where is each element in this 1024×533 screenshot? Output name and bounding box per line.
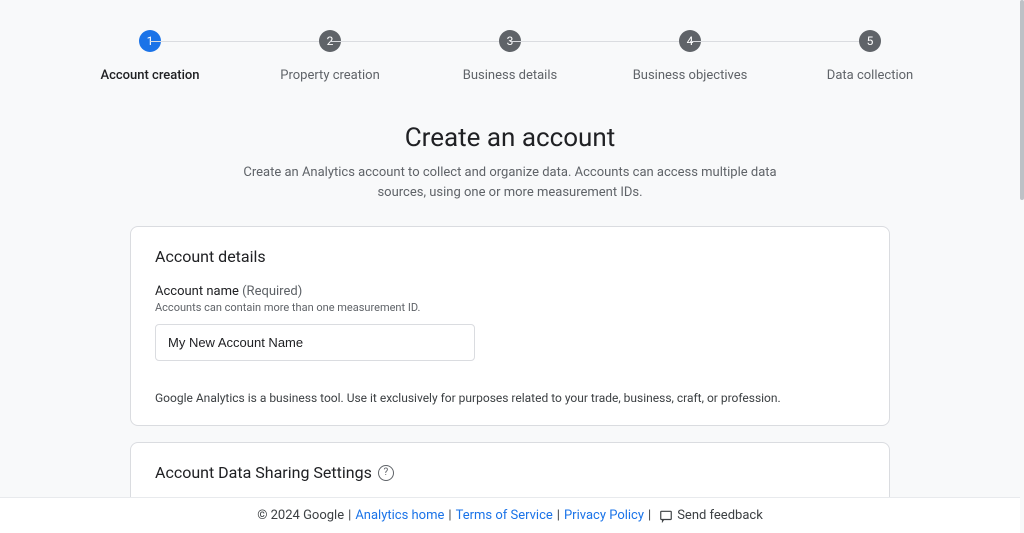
page-heading: Create an account: [0, 123, 1020, 153]
analytics-home-link[interactable]: Analytics home: [355, 508, 444, 523]
stepper: 1 Account creation 2 Property creation 3…: [0, 0, 1020, 93]
privacy-link[interactable]: Privacy Policy: [564, 508, 644, 523]
step-data-collection: 5 Data collection: [780, 30, 960, 83]
terms-link[interactable]: Terms of Service: [456, 508, 553, 523]
step-business-details: 3 Business details: [420, 30, 600, 83]
step-label: Data collection: [827, 68, 913, 83]
step-label: Business objectives: [633, 68, 748, 83]
help-icon[interactable]: ?: [378, 465, 394, 481]
account-details-card: Account details Account name (Required) …: [130, 226, 890, 426]
feedback-icon: [659, 509, 673, 523]
account-name-help: Accounts can contain more than one measu…: [155, 301, 865, 314]
account-name-label: Account name (Required): [155, 284, 865, 299]
step-label: Property creation: [280, 68, 380, 83]
footer: © 2024 Google | Analytics home | Terms o…: [0, 497, 1020, 533]
step-number: 5: [859, 30, 881, 52]
account-details-title: Account details: [155, 247, 865, 266]
step-property-creation: 2 Property creation: [240, 30, 420, 83]
copyright: © 2024 Google: [257, 508, 344, 523]
business-tool-note: Google Analytics is a business tool. Use…: [155, 391, 865, 405]
step-label: Account creation: [100, 68, 199, 83]
send-feedback-button[interactable]: Send feedback: [659, 508, 763, 523]
page-title: Create an account: [0, 123, 1020, 153]
page-subtitle: Create an Analytics account to collect a…: [230, 163, 790, 202]
scrollbar[interactable]: [1020, 0, 1024, 200]
step-label: Business details: [463, 68, 557, 83]
account-name-input[interactable]: [155, 324, 475, 361]
data-sharing-title: Account Data Sharing Settings ?: [155, 463, 865, 482]
step-account-creation[interactable]: 1 Account creation: [60, 30, 240, 83]
step-business-objectives: 4 Business objectives: [600, 30, 780, 83]
